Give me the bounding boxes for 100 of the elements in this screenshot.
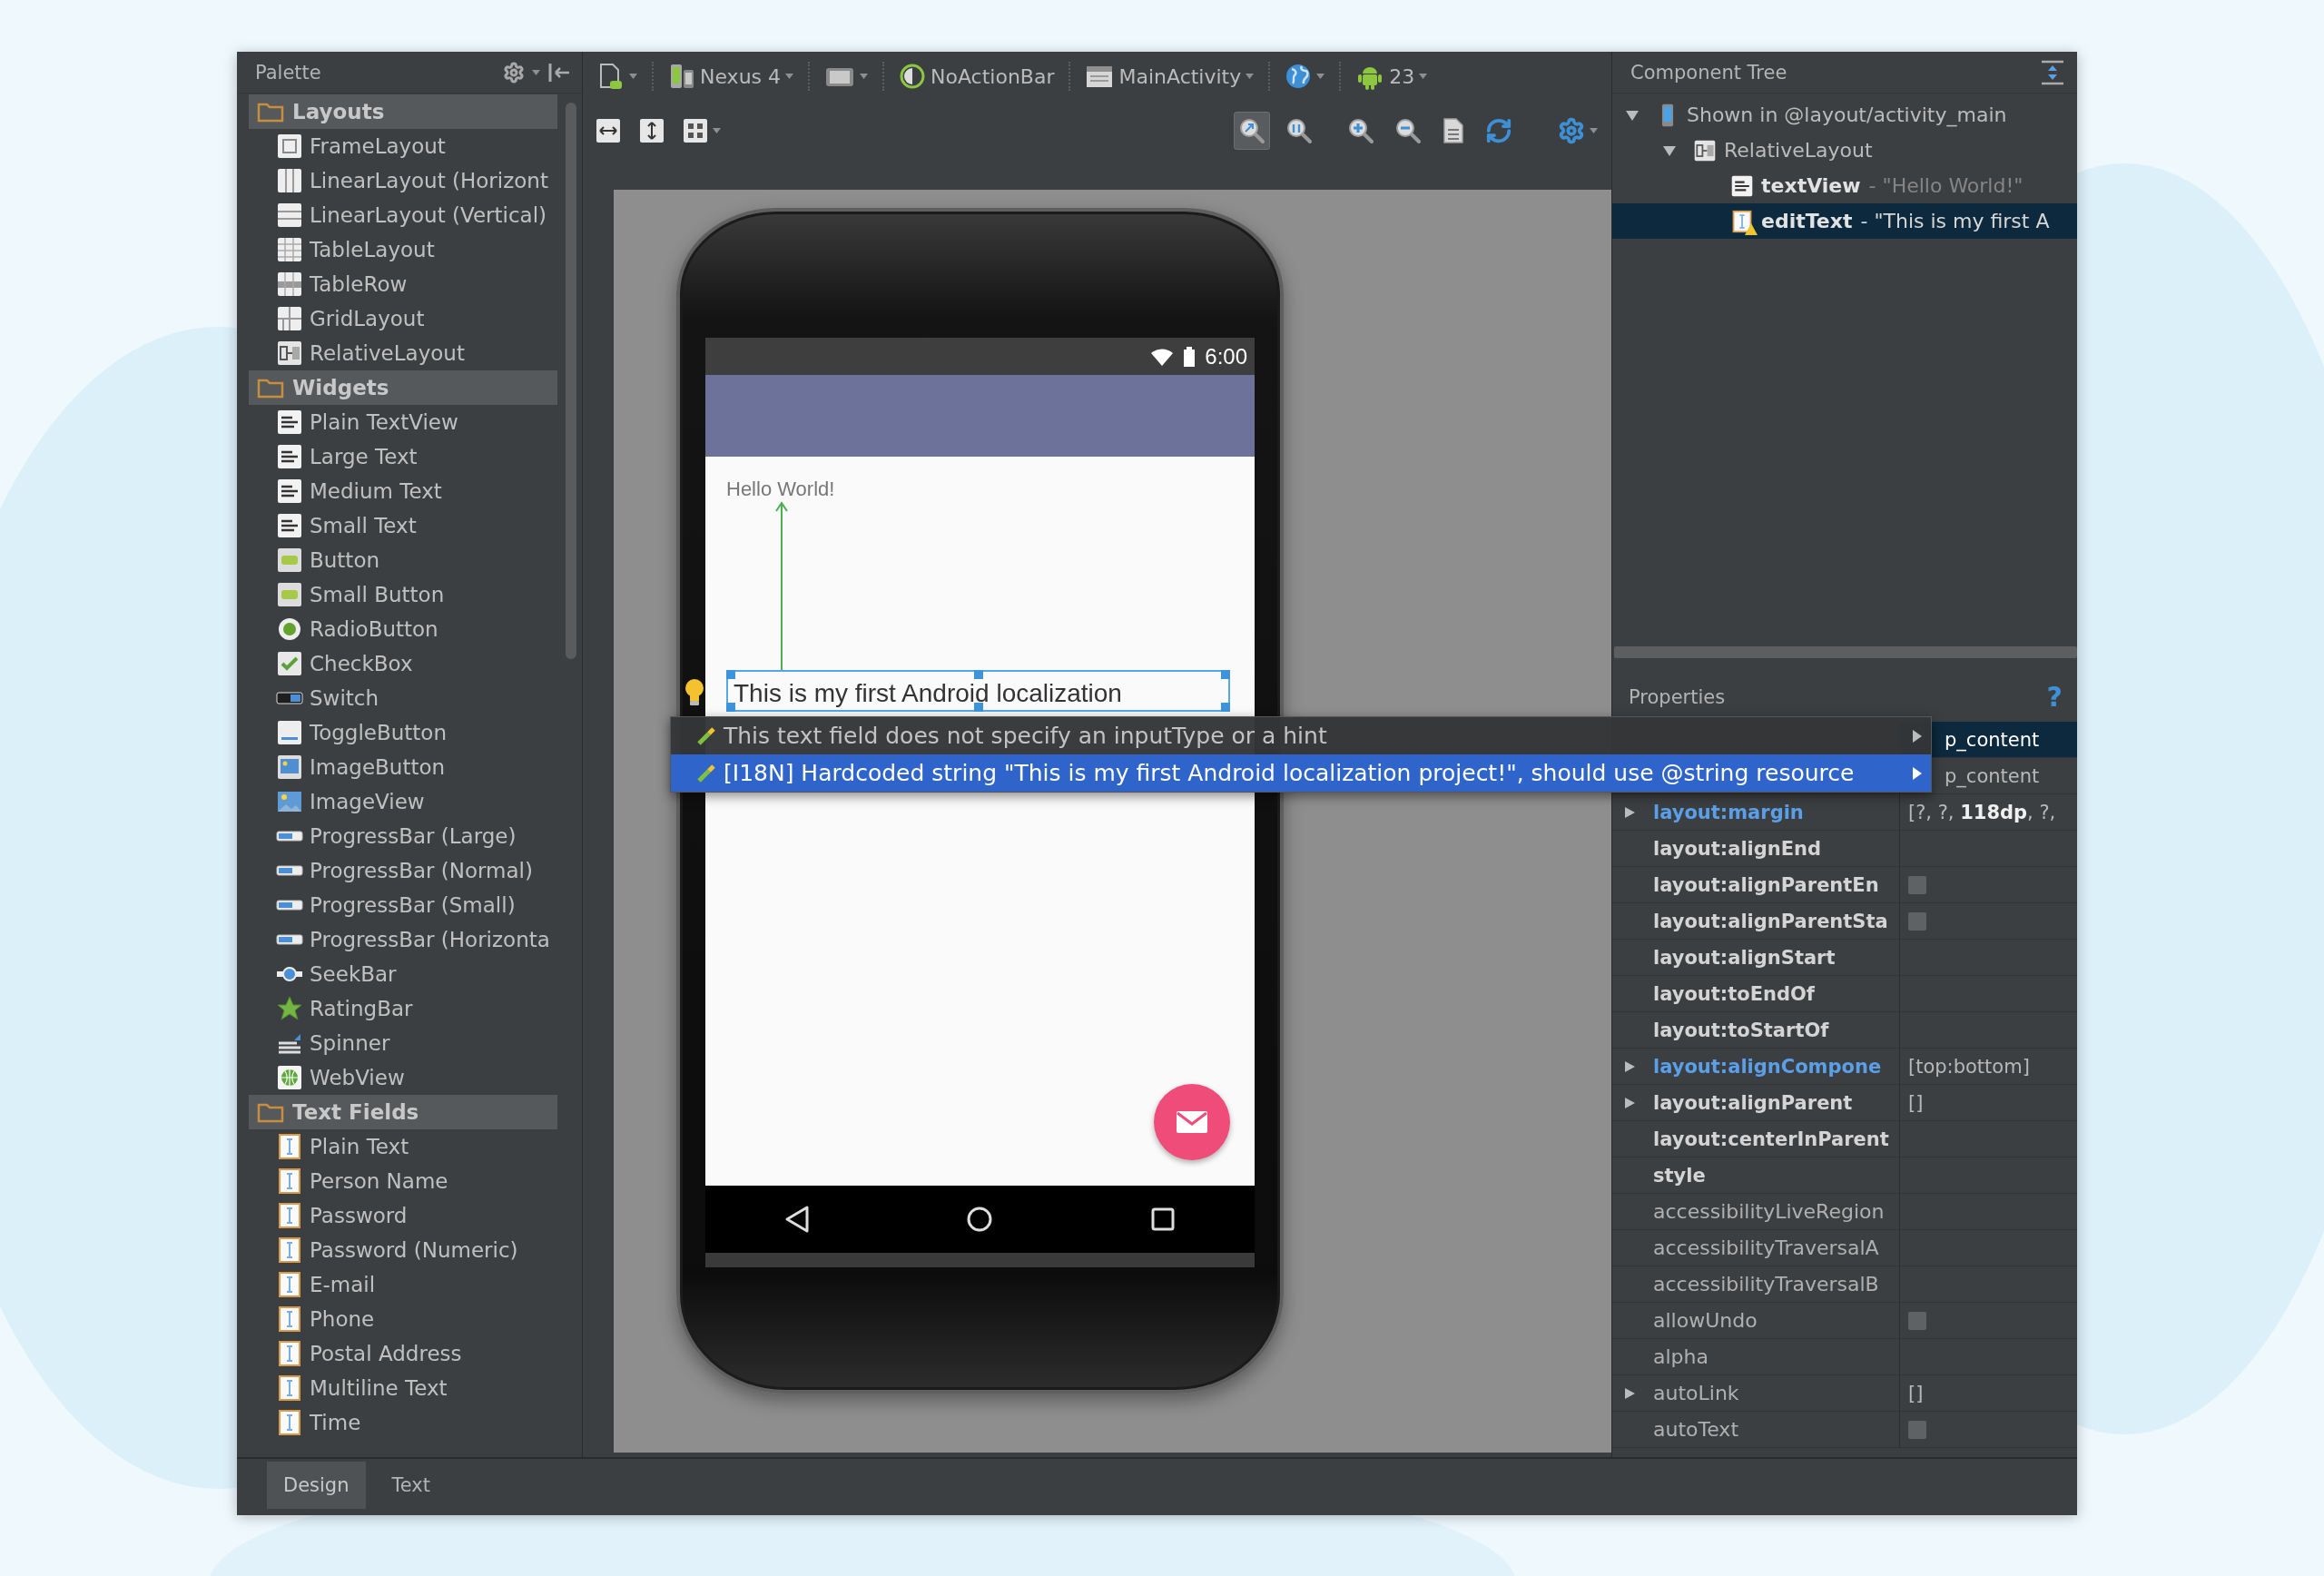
api-level-menu[interactable]: 23 bbox=[1351, 57, 1433, 95]
palette-item[interactable]: Password bbox=[249, 1198, 557, 1233]
palette-item[interactable]: Switch bbox=[249, 681, 557, 715]
palette-item[interactable]: SeekBar bbox=[249, 957, 557, 991]
property-value-cell[interactable]: [] bbox=[1899, 1085, 2077, 1120]
half-circle-icon[interactable] bbox=[899, 63, 927, 90]
tree-row[interactable]: RelativeLayout bbox=[1612, 133, 2077, 168]
zoom-in-icon[interactable] bbox=[1347, 116, 1374, 144]
palette-item[interactable]: LinearLayout (Vertical) bbox=[249, 198, 557, 232]
palette-item[interactable]: Time bbox=[249, 1405, 557, 1440]
expand-arrow-icon[interactable] bbox=[1623, 1059, 1636, 1073]
magnifier-icon[interactable] bbox=[1238, 116, 1265, 144]
caret-icon[interactable] bbox=[532, 69, 540, 75]
palette-item[interactable]: Large Text bbox=[249, 439, 557, 474]
phone-icon[interactable] bbox=[668, 62, 695, 91]
palette-item[interactable]: Spinner bbox=[249, 1026, 557, 1060]
palette-item[interactable]: Small Button bbox=[249, 577, 557, 612]
palette-item[interactable]: Multiline Text bbox=[249, 1371, 557, 1405]
vertical-arrows-icon[interactable] bbox=[639, 117, 665, 143]
palette-item[interactable]: ProgressBar (Large) bbox=[249, 819, 557, 853]
palette-item[interactable]: ProgressBar (Normal) bbox=[249, 853, 557, 888]
palette-item[interactable]: E-mail bbox=[249, 1267, 557, 1302]
palette-item[interactable]: LinearLayout (Horizont bbox=[249, 163, 557, 198]
device-menu[interactable]: Nexus 4 bbox=[664, 57, 799, 95]
palette-item[interactable]: ProgressBar (Horizonta bbox=[249, 922, 557, 957]
checkbox[interactable] bbox=[1908, 875, 1926, 894]
palette-item[interactable]: Phone bbox=[249, 1302, 557, 1336]
activity-menu[interactable]: MainActivity bbox=[1080, 57, 1259, 95]
caret-icon[interactable] bbox=[785, 74, 794, 79]
palette-item[interactable]: Plain TextView bbox=[249, 405, 557, 439]
editor-tab[interactable]: Design bbox=[267, 1462, 366, 1509]
editor-tab[interactable]: Text bbox=[375, 1462, 447, 1509]
caret-icon[interactable] bbox=[1316, 74, 1325, 79]
edit-text-field[interactable]: This is my first Android localization bbox=[726, 670, 1230, 712]
palette-item[interactable]: ToggleButton bbox=[249, 715, 557, 750]
scrollbar-thumb[interactable] bbox=[566, 103, 576, 659]
palette-item[interactable]: Password (Numeric) bbox=[249, 1233, 557, 1267]
help-button[interactable]: ? bbox=[2043, 681, 2066, 713]
palette-item[interactable]: Postal Address bbox=[249, 1336, 557, 1371]
palette-item[interactable]: Person Name bbox=[249, 1164, 557, 1198]
home-icon[interactable] bbox=[966, 1206, 994, 1233]
checkbox[interactable] bbox=[1908, 1311, 1926, 1330]
caret-icon[interactable] bbox=[629, 74, 637, 79]
property-value-cell[interactable]: [] bbox=[1899, 1375, 2077, 1411]
caret-icon[interactable] bbox=[1419, 74, 1428, 79]
resize-handle[interactable] bbox=[973, 703, 983, 712]
palette-item[interactable]: RelativeLayout bbox=[249, 336, 557, 370]
theme-menu[interactable]: NoActionBar bbox=[894, 57, 1059, 95]
caret-icon[interactable] bbox=[713, 127, 721, 133]
palette-item[interactable]: TableRow bbox=[249, 267, 557, 301]
palette-item[interactable]: ProgressBar (Small) bbox=[249, 888, 557, 922]
palette-item[interactable]: RatingBar bbox=[249, 991, 557, 1026]
resize-handle[interactable] bbox=[726, 703, 735, 712]
document-icon[interactable] bbox=[1442, 116, 1465, 144]
palette-category[interactable]: Text Fields bbox=[249, 1095, 557, 1129]
scrollbar-thumb[interactable] bbox=[1614, 646, 2077, 658]
fab-button[interactable] bbox=[1154, 1084, 1230, 1160]
palette-item[interactable]: ImageButton bbox=[249, 750, 557, 784]
checkbox[interactable] bbox=[1908, 1420, 1926, 1439]
caret-icon[interactable] bbox=[1590, 127, 1598, 133]
settings-icon[interactable] bbox=[1558, 116, 1585, 144]
palette-category[interactable]: Layouts bbox=[249, 94, 557, 129]
settings-icon[interactable] bbox=[503, 61, 525, 84]
resize-handle[interactable] bbox=[1221, 670, 1230, 679]
horizontal-arrows-icon[interactable] bbox=[596, 117, 621, 143]
tree-row[interactable]: editText - "This is my first A bbox=[1612, 203, 2077, 239]
palette-item[interactable]: Medium Text bbox=[249, 474, 557, 508]
palette-item[interactable]: ImageView bbox=[249, 784, 557, 819]
palette-item[interactable]: TableLayout bbox=[249, 232, 557, 267]
caret-icon[interactable] bbox=[1246, 74, 1255, 79]
caret-icon[interactable] bbox=[860, 74, 869, 79]
expand-arrow-icon[interactable] bbox=[1623, 1096, 1636, 1109]
palette-item[interactable]: Small Text bbox=[249, 508, 557, 543]
lint-menu-item[interactable]: [I18N] Hardcoded string "This is my first Android localization project!", should use @string resource bbox=[671, 754, 1931, 792]
palette-item[interactable]: GridLayout bbox=[249, 301, 557, 336]
recents-icon[interactable] bbox=[1151, 1207, 1176, 1231]
tree-row[interactable]: Shown in @layout/activity_main bbox=[1612, 97, 2077, 133]
property-value-cell[interactable]: [?, ?, 118dp, ?, bbox=[1899, 794, 2077, 830]
tree-row[interactable]: textView - "Hello World!" bbox=[1612, 168, 2077, 203]
palette-item[interactable]: FrameLayout bbox=[249, 129, 557, 163]
zoom-fit-button[interactable] bbox=[1234, 111, 1270, 150]
resize-handle[interactable] bbox=[1221, 703, 1230, 712]
zoom-out-icon[interactable] bbox=[1394, 116, 1422, 144]
expand-arrow-icon[interactable] bbox=[1623, 805, 1636, 819]
palette-item[interactable]: WebView bbox=[249, 1060, 557, 1095]
expand-collapse-icon[interactable] bbox=[2039, 58, 2066, 86]
palette-item[interactable]: CheckBox bbox=[249, 646, 557, 681]
globe-icon[interactable] bbox=[1285, 63, 1313, 90]
hide-panel-icon[interactable] bbox=[547, 61, 571, 84]
grid-dots-icon[interactable] bbox=[683, 117, 708, 143]
property-value-cell[interactable]: [top:bottom] bbox=[1899, 1049, 2077, 1084]
palette-item[interactable]: RadioButton bbox=[249, 612, 557, 646]
palette-category[interactable]: Widgets bbox=[249, 370, 557, 405]
palette-item[interactable]: Button bbox=[249, 543, 557, 577]
magnifier-icon[interactable] bbox=[1285, 116, 1313, 144]
palette-item[interactable]: Plain Text bbox=[249, 1129, 557, 1164]
checkbox[interactable] bbox=[1908, 911, 1926, 931]
refresh-icon[interactable] bbox=[1485, 116, 1512, 144]
resize-handle[interactable] bbox=[973, 670, 983, 679]
expand-arrow-icon[interactable] bbox=[1623, 1386, 1636, 1400]
